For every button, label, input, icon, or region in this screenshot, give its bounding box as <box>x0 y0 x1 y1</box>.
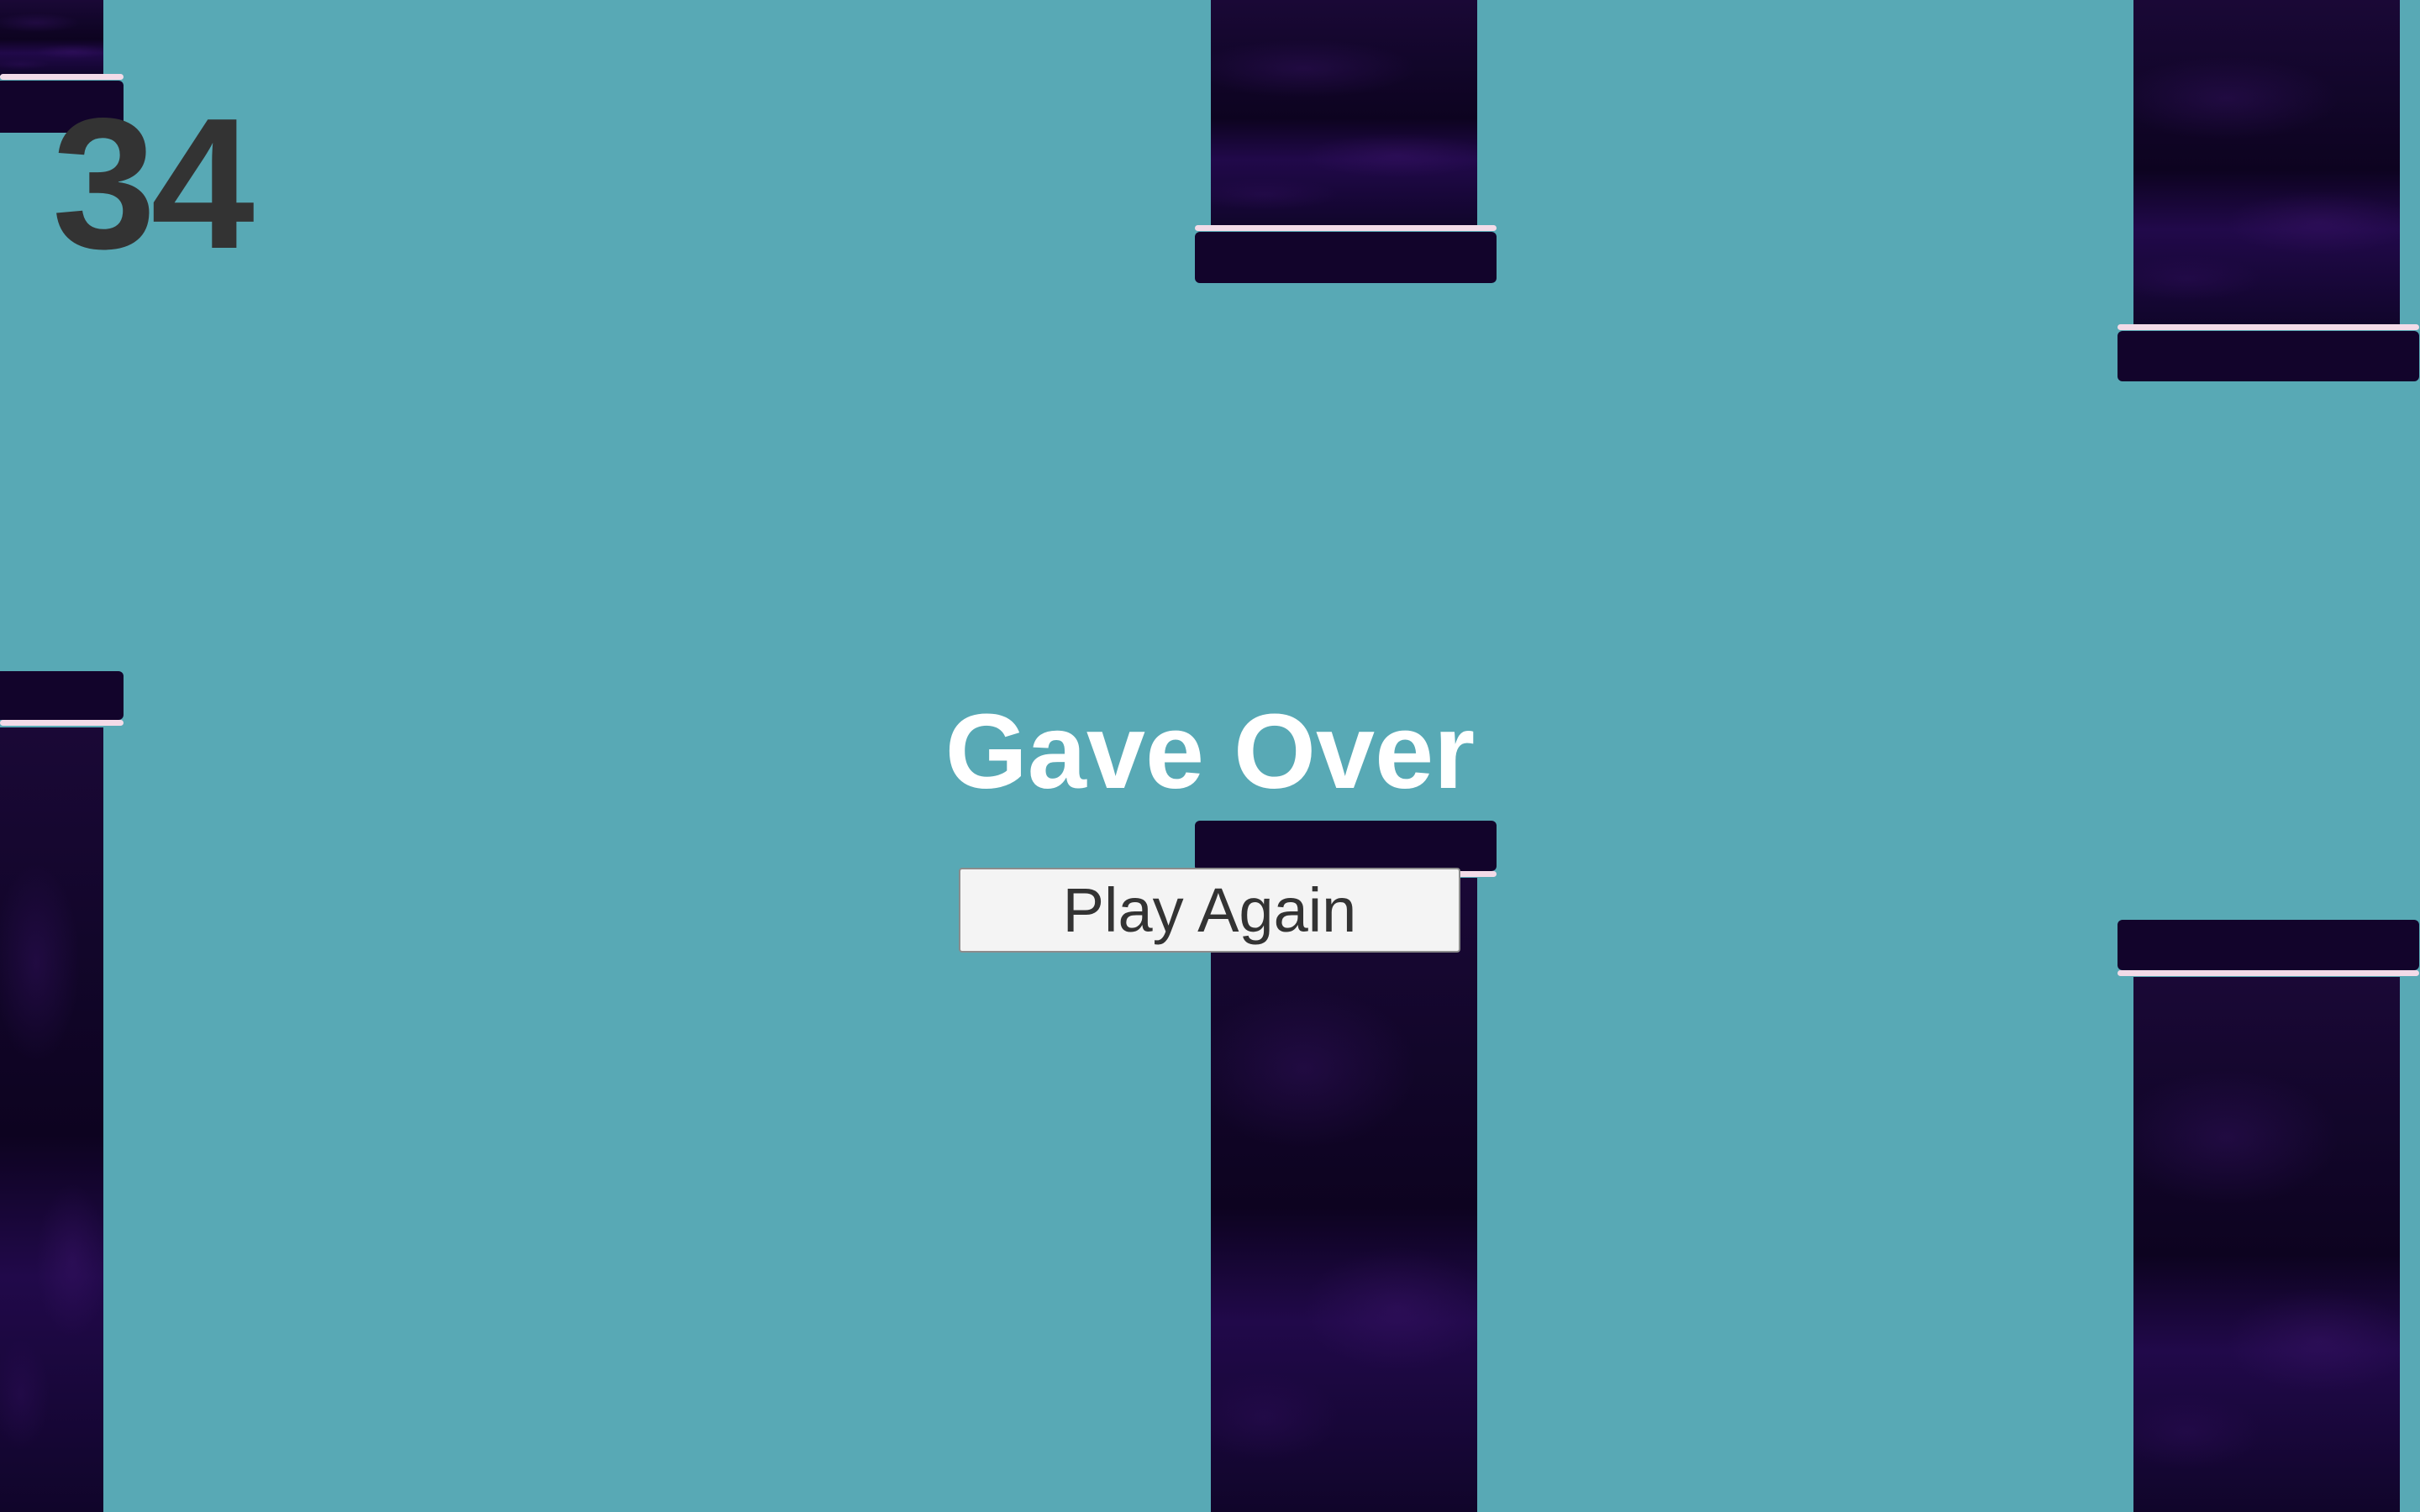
pipe-lip <box>2118 324 2419 330</box>
pipe-body <box>0 727 103 1512</box>
pipe-body <box>2133 0 2400 328</box>
pipe-body <box>1211 878 1477 1512</box>
pipe-lip <box>0 74 124 80</box>
pipe-body <box>2133 977 2400 1512</box>
pipe-cap <box>1195 821 1497 871</box>
game-over-title: Gave Over <box>944 692 1476 811</box>
pipe-cap <box>2118 331 2419 381</box>
pipe-cap <box>1195 232 1497 283</box>
pipe-body <box>1211 0 1477 228</box>
score-display: 34 <box>52 80 255 288</box>
pipe-lip <box>1195 225 1497 231</box>
pipe-cap <box>2118 920 2419 970</box>
game-canvas[interactable]: 34 Gave Over Play Again <box>0 0 2420 1512</box>
play-again-button[interactable]: Play Again <box>959 868 1460 953</box>
pipe-lip <box>2118 970 2419 976</box>
pipe-body <box>0 0 103 76</box>
